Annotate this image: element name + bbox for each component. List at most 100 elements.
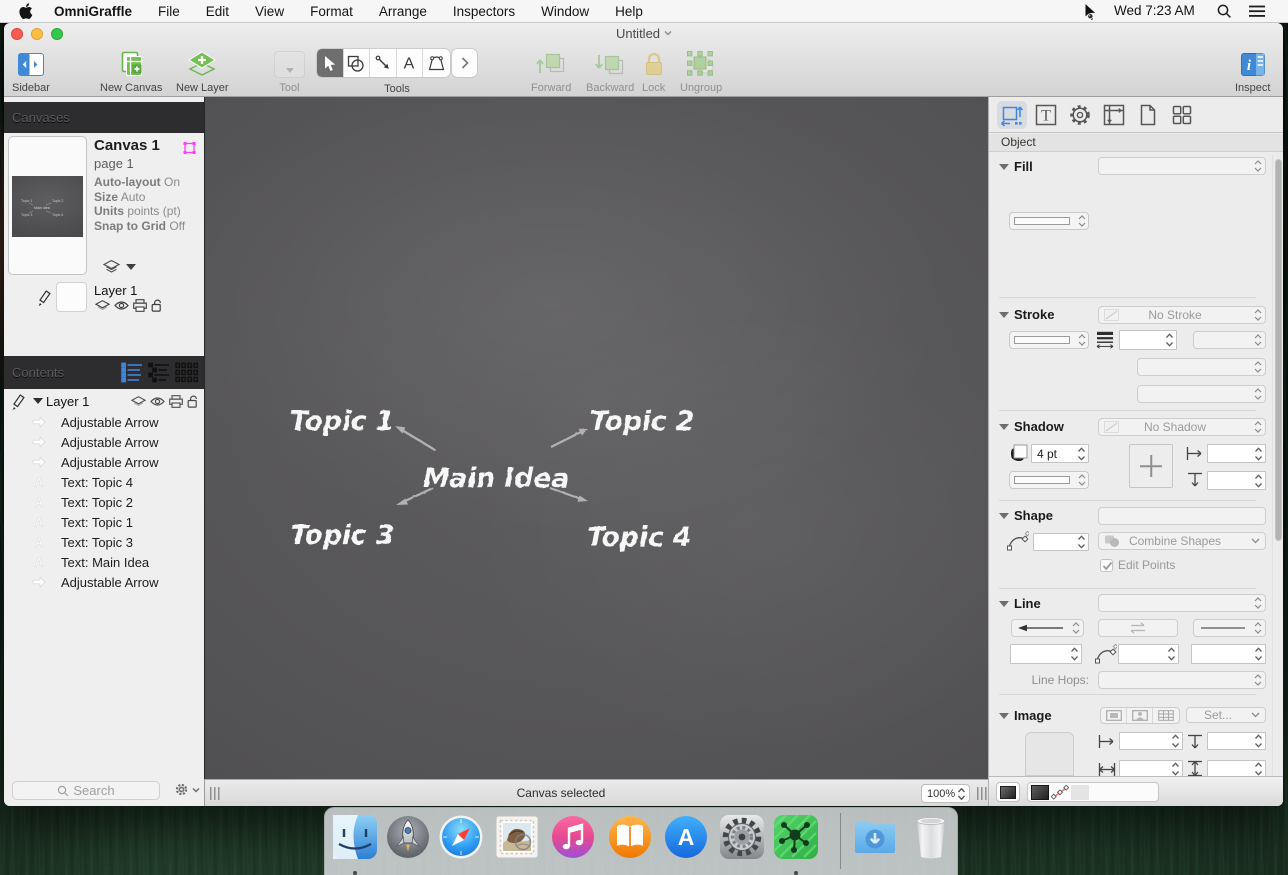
image-well[interactable] [1025,732,1074,776]
menu-file[interactable]: File [158,4,180,19]
dock-itunes-icon[interactable] [549,813,597,861]
toolbar-sidebar-button[interactable]: Sidebar [12,49,50,94]
stroke-style-dropdown[interactable] [1193,331,1266,349]
menu-app-name[interactable]: OmniGraffle [54,4,132,19]
layer-thumbnail[interactable] [56,282,87,312]
fill-section-header[interactable]: Fill [999,159,1033,174]
shape-section-header[interactable]: Shape [999,508,1053,523]
line-start-arrow-dropdown[interactable] [1011,619,1084,637]
node-topic3[interactable]: Topic 3 [290,520,394,551]
toolbar-lock-button[interactable]: Lock [642,49,665,94]
fill-color-well[interactable] [1009,212,1089,230]
fill-style-chit[interactable] [1031,785,1049,800]
menu-edit[interactable]: Edit [206,4,229,19]
image-fit-icon[interactable] [1101,708,1127,723]
toolbar-tool-dropdown[interactable]: Tool [274,49,305,94]
spotlight-search-icon[interactable] [1217,4,1232,19]
layer-visibility-eye-icon[interactable] [114,300,129,311]
arrow-to-topic2[interactable] [551,429,588,447]
dock-finder-icon[interactable] [331,813,379,861]
edit-points-checkbox[interactable]: Edit Points [1100,558,1175,572]
outline-item-8[interactable]: AText: Main Idea [4,553,204,573]
layer-name[interactable]: Layer 1 [94,283,137,298]
shadow-offset-y-input[interactable] [1207,471,1266,490]
outline-item-4[interactable]: AText: Topic 4 [4,473,204,493]
layer-stack-icon[interactable] [95,300,110,312]
line-hops-dropdown[interactable] [1098,671,1266,689]
shadow-offset-pad[interactable] [1129,444,1173,488]
tab-text-inspector[interactable]: T [1031,101,1061,129]
stroke-style-chit[interactable] [1051,785,1069,800]
menu-help[interactable]: Help [615,4,643,19]
toolbar-forward-button[interactable]: Forward [531,49,571,94]
stroke-color-well[interactable] [1009,331,1089,349]
image-mask-icon[interactable] [1127,708,1153,723]
outline-item-3[interactable]: Adjustable Arrow [4,453,204,473]
toolbar-ungroup-button[interactable]: Ungroup [680,49,722,94]
layer-disclosure-triangle[interactable] [33,398,43,404]
node-main-idea[interactable]: Main Idea [423,463,569,494]
tab-object-inspector[interactable] [997,101,1027,129]
stroke-type-dropdown[interactable]: No Stroke [1098,306,1266,324]
stroke-width-input[interactable] [1119,330,1177,350]
tab-canvas-inspector[interactable] [1099,101,1129,129]
outline-item-5[interactable]: AText: Topic 2 [4,493,204,513]
stroke-join-dropdown[interactable] [1137,385,1266,403]
stroke-corner-dropdown[interactable] [1137,358,1266,376]
outline-layer-header[interactable]: Layer 1 [4,392,204,412]
toolbar-new-layer-button[interactable]: New Layer [176,49,229,94]
combine-shapes-dropdown[interactable]: Combine Shapes [1098,532,1266,550]
menu-inspectors[interactable]: Inspectors [453,4,515,19]
dock-ibooks-icon[interactable] [606,813,654,861]
canvas-name[interactable]: Canvas 1 [94,137,160,154]
menu-clock[interactable]: Wed 7:23 AM [1114,3,1195,18]
outline-item-9[interactable]: Adjustable Arrow [4,573,204,593]
line-end-size-input[interactable] [1191,644,1266,664]
search-input[interactable]: Search [12,781,160,800]
dock-safari-icon[interactable] [437,813,485,861]
toolbar-inspect-button[interactable]: i Inspect [1235,49,1270,94]
dock-trash-icon[interactable] [907,813,955,861]
dock-mail-icon[interactable] [493,813,541,861]
arrow-to-topic1[interactable] [395,426,435,450]
stroke-section-header[interactable]: Stroke [999,307,1054,322]
layer-lock-icon[interactable] [151,299,163,312]
dock-downloads-icon[interactable] [851,813,899,861]
outline-layer-lock-icon[interactable] [187,395,199,408]
image-section-header[interactable]: Image [999,708,1052,723]
layer-edit-pencil-icon[interactable] [37,290,52,306]
outline-item-2[interactable]: Adjustable Arrow [4,433,204,453]
line-end-arrow-dropdown[interactable] [1193,619,1266,637]
view-grid-icon[interactable] [175,362,198,383]
outline-pencil-icon[interactable] [11,394,26,410]
line-curve-input[interactable] [1118,644,1179,664]
shadow-color-well[interactable] [1009,471,1089,489]
fill-type-dropdown[interactable] [1098,157,1266,175]
shape-radius-input[interactable] [1033,533,1089,551]
shadow-style-chit[interactable] [1071,785,1089,800]
outline-layer-eye-icon[interactable] [150,396,165,407]
notification-center-icon[interactable] [1249,5,1265,18]
dock-appstore-icon[interactable]: A [662,813,710,861]
image-set-dropdown[interactable]: Set... [1186,707,1266,723]
menu-view[interactable]: View [255,4,284,19]
shape-tool-button[interactable] [344,49,371,77]
line-section-header[interactable]: Line [999,596,1041,611]
layer-print-icon[interactable] [133,299,147,312]
menu-format[interactable]: Format [310,4,353,19]
dock-system-preferences-icon[interactable] [718,813,766,861]
menu-window[interactable]: Window [541,4,589,19]
view-outline-icon[interactable] [148,362,170,383]
image-offset-x-input[interactable] [1119,732,1183,750]
dock-launchpad-icon[interactable] [384,813,432,861]
artboard-tool-button[interactable] [423,49,450,77]
view-list-icon[interactable] [121,362,143,383]
apple-menu-icon[interactable] [19,3,33,19]
shadow-blur-input[interactable]: 4 pt [1031,444,1089,463]
inspector-scrollbar-thumb[interactable] [1275,159,1282,541]
tab-stencils-inspector[interactable] [1167,101,1197,129]
zoom-stepper-icon[interactable] [957,787,966,801]
shadow-type-dropdown[interactable]: No Shadow [1098,418,1266,436]
node-topic1[interactable]: Topic 1 [290,406,394,437]
canvas-thumbnail[interactable]: Topic 1Topic 2 Main Idea Topic 3Topic 4 [8,136,87,275]
